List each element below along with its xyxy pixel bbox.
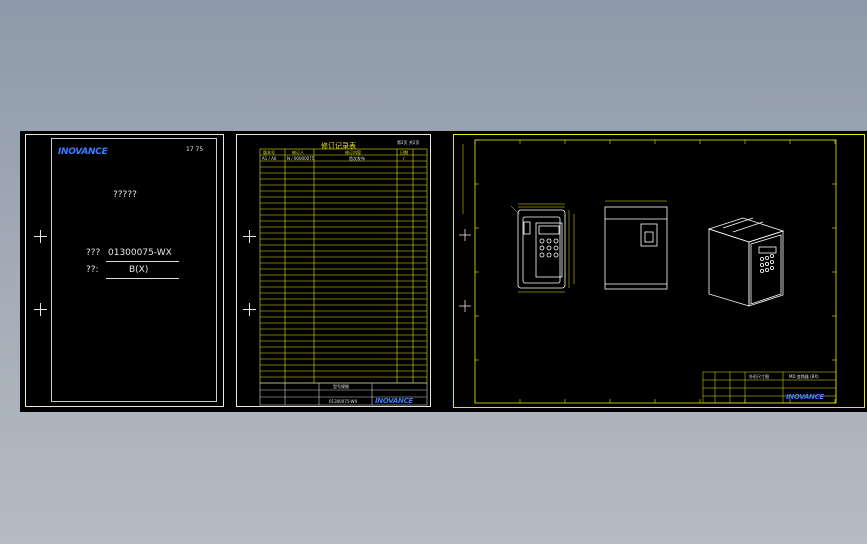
drawing-brand-logo: INOVANCE <box>786 393 824 401</box>
cover-sheet: INOVANCE 17 75 ????? ??? 01300075-WX ??:… <box>25 134 224 407</box>
cad-viewport[interactable]: INOVANCE 17 75 ????? ??? 01300075-WX ??:… <box>20 131 867 412</box>
first-row-version: A1 / A0 <box>262 156 277 161</box>
footer-label: 型号规格 <box>333 384 349 389</box>
title-block-label: 外形尺寸图 <box>749 374 769 379</box>
document-title: ????? <box>113 190 137 200</box>
brand-logo: INOVANCE <box>58 147 108 157</box>
version-value: B(X) <box>129 265 149 275</box>
revision-sheet: 修订记录表 第2页 共2页 版本号 修订人 修订内容 日期 A1 / A0 N … <box>236 134 431 407</box>
title-block-product: MD 变频器 (BX) <box>789 374 819 379</box>
drawing-sheet: 外形尺寸图 MD 变频器 (BX) INOVANCE <box>453 134 865 408</box>
revision-table <box>259 148 428 406</box>
footer-brand-logo: INOVANCE <box>375 397 413 405</box>
first-row-content: 首次发布 <box>349 156 365 161</box>
first-row-date: / <box>403 156 405 161</box>
code-label: ??? <box>86 248 101 258</box>
crosshair-marker <box>34 230 47 243</box>
isometric-view <box>707 217 785 307</box>
first-row-author: N / 00000075 <box>287 156 315 161</box>
page-marks: 17 75 <box>186 146 204 153</box>
code-value: 01300075-WX <box>108 248 172 258</box>
version-underline <box>106 278 179 279</box>
version-label: ??: <box>86 265 99 275</box>
footer-code: 01300075-WX <box>329 399 358 404</box>
code-underline <box>106 261 179 262</box>
crosshair-marker <box>34 303 47 316</box>
